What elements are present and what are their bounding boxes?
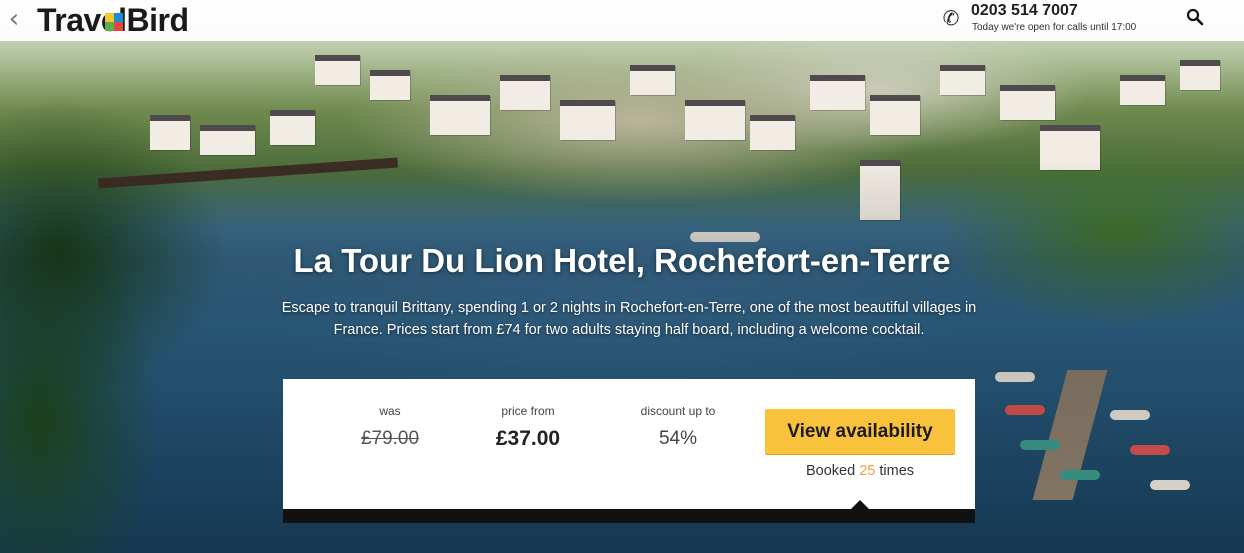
phone-hours: Today we're open for calls until 17:00 bbox=[972, 22, 1137, 33]
price-panel-footer-bar bbox=[283, 509, 975, 523]
discount-block: discount up to 54% bbox=[603, 404, 753, 450]
price-from-value: £37.00 bbox=[495, 427, 561, 450]
hotel-title: La Tour Du Lion Hotel, Rochefort-en-Terr… bbox=[293, 242, 951, 279]
logo-mark-icon bbox=[105, 13, 123, 31]
phone-icon: ✆ bbox=[942, 6, 960, 30]
booked-count-text: Booked 25 times bbox=[765, 463, 955, 479]
booked-count: 25 bbox=[859, 463, 876, 479]
booked-prefix: Booked bbox=[805, 463, 856, 479]
booked-suffix: times bbox=[879, 463, 915, 479]
site-header: ‹ TravelBird ✆ 0203 514 7007 Today we're… bbox=[0, 0, 1244, 41]
phone-number[interactable]: 0203 514 7007 bbox=[971, 2, 1078, 20]
from-price-block: price from £37.00 bbox=[453, 404, 603, 451]
price-panel: was £79.00 price from £37.00 discount up… bbox=[283, 379, 975, 509]
discount-value: 54% bbox=[658, 428, 698, 449]
pointer-caret-icon bbox=[851, 500, 869, 509]
price-from-label: price from bbox=[501, 404, 555, 418]
was-label: was bbox=[379, 404, 401, 418]
was-price-block: was £79.00 bbox=[315, 404, 465, 450]
chevron-left-icon[interactable]: ‹ bbox=[2, 5, 26, 33]
hotel-description: Escape to tranquil Brittany, spending 1 … bbox=[281, 300, 977, 338]
discount-label: discount up to bbox=[640, 404, 716, 418]
view-availability-button[interactable]: View availability bbox=[765, 409, 955, 454]
was-price: £79.00 bbox=[360, 428, 420, 449]
search-icon[interactable] bbox=[1186, 8, 1204, 26]
